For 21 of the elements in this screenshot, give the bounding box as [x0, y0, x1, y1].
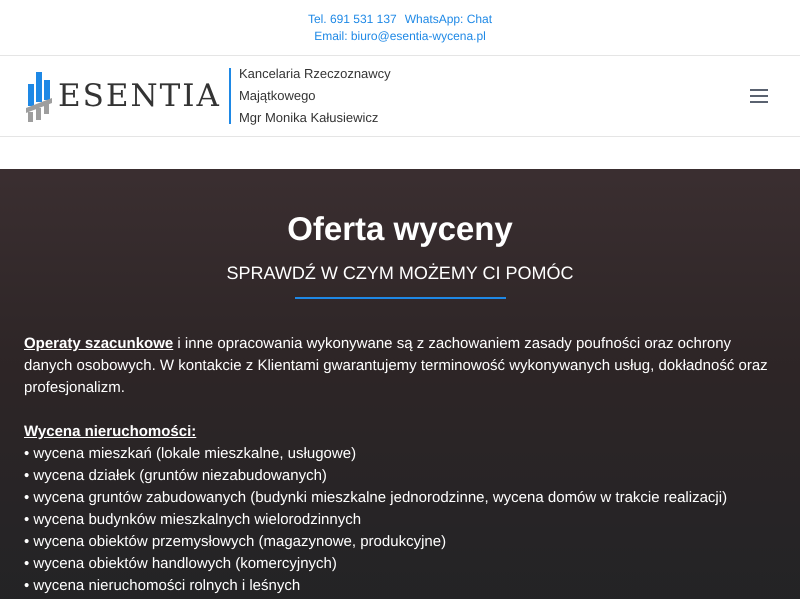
service-item: • wycena obiektów przemysłowych (magazynowe, produkcyjne): [24, 532, 448, 552]
service-item: • wycena budynków mieszkalnych wielorodzinnych: [24, 510, 362, 530]
logo[interactable]: ESENTIA Kancelaria Rzeczoznawcy Majątkowego Mgr Monika Kałusiewicz: [24, 63, 391, 129]
page-title: Oferta wyceny: [286, 209, 514, 249]
service-item: • wycena nieruchomości rolnych i leśnych: [24, 576, 302, 596]
service-item: • wycena działek (gruntów niezabudowanych): [24, 466, 328, 486]
intro-paragraph: Operaty szacunkowe i inne opracowania wykonywane są z zachowaniem zasady poufności oraz ochrony danych osobowych. W kontakcie z Klientami gwarantujemy terminowość wykonywanych usług, dokładność oraz profesjonalizm.: [24, 334, 769, 398]
service-item: • wycena mieszkań (lokale mieszkalne, usługowe): [24, 444, 358, 464]
email-link[interactable]: Email: biuro@esentia-wycena.pl: [314, 28, 486, 44]
tagline-line: Kancelaria Rzeczoznawcy: [238, 65, 391, 83]
tagline-line: Mgr Monika Kałusiewicz: [238, 109, 380, 127]
service-item: • wycena gruntów zabudowanych (budynki mieszkalne jednorodzinne, wycena domów w trakcie realizacji): [24, 488, 728, 508]
menu-icon[interactable]: [750, 89, 768, 103]
bars-logo-icon: [24, 70, 54, 122]
subtitle: SPRAWDŹ W CZYM MOŻEMY CI POMÓC: [226, 262, 574, 285]
tagline-line: Majątkowego: [238, 87, 317, 105]
phone-link[interactable]: Tel. 691 531 137: [308, 10, 397, 28]
whatsapp-link[interactable]: WhatsApp: Chat: [404, 10, 492, 28]
logo-text: ESENTIA: [58, 76, 221, 116]
service-item: • wycena obiektów handlowych (komercyjnych): [24, 554, 338, 574]
section-heading: Wycena nieruchomości:: [24, 422, 198, 442]
